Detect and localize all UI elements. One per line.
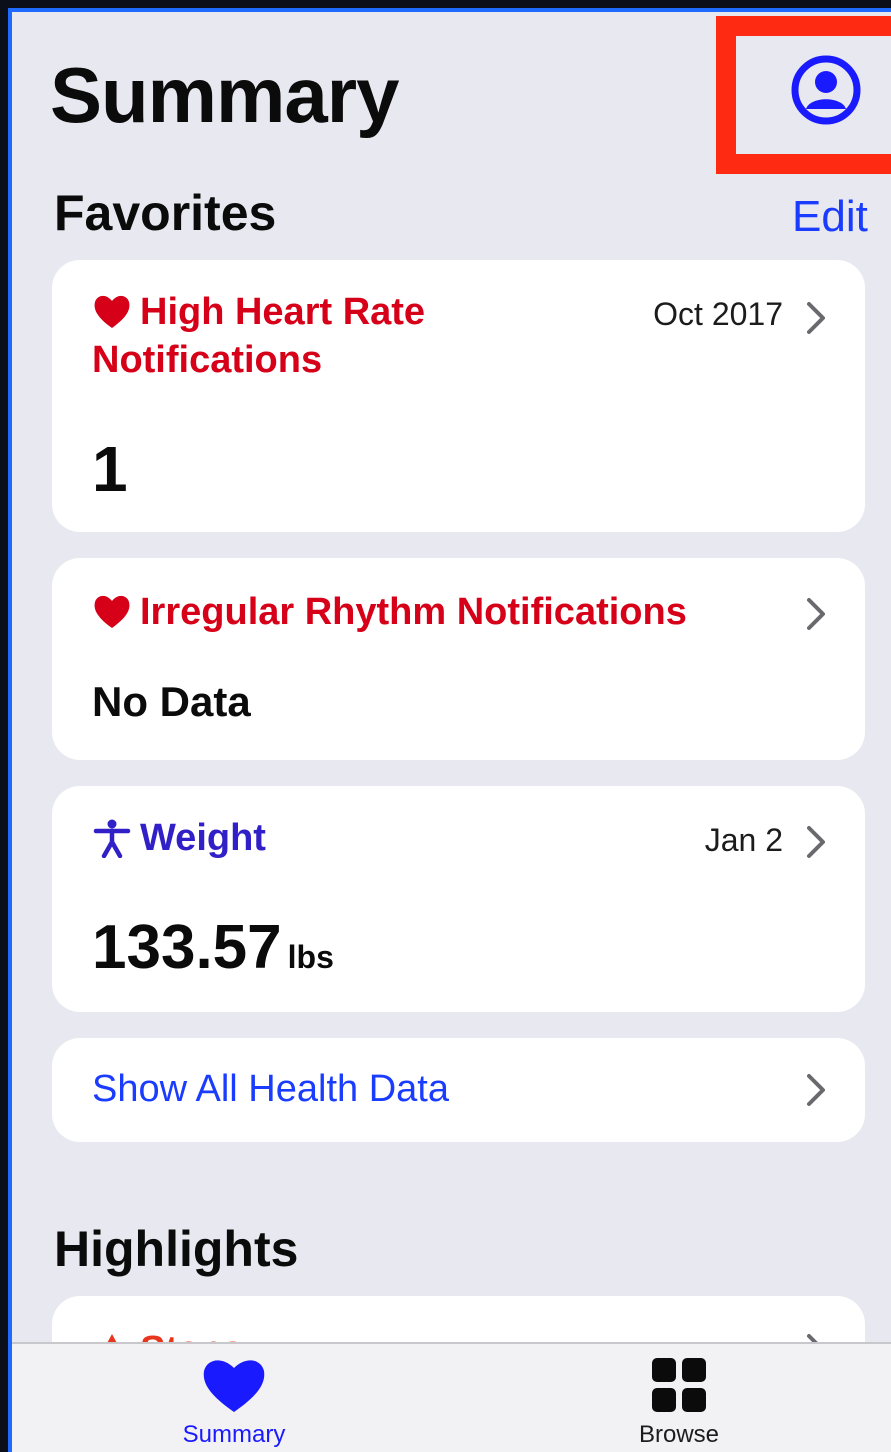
tab-browse[interactable]: Browse xyxy=(579,1356,779,1449)
tab-bar: Summary Browse xyxy=(12,1342,891,1452)
card-value: No Data xyxy=(92,678,251,725)
card-title-line1: High Heart Rate xyxy=(140,291,426,333)
weight-card[interactable]: Weight Jan 2 133.57 lbs xyxy=(52,786,865,1012)
card-value: 1 xyxy=(92,433,128,505)
high-heart-rate-card[interactable]: High Heart Rate Notifications Oct 2017 1 xyxy=(52,260,865,532)
favorites-heading: Favorites xyxy=(54,185,277,241)
show-all-label: Show All Health Data xyxy=(92,1068,449,1110)
card-title: Irregular Rhythm Notifications xyxy=(92,588,687,636)
highlights-heading: Highlights xyxy=(54,1221,299,1277)
card-title-text: Irregular Rhythm Notifications xyxy=(140,591,687,633)
grid-icon xyxy=(652,1358,706,1412)
page-title: Summary xyxy=(50,51,399,139)
screen: Summary Favorites Edit High Heart Rate N… xyxy=(8,8,891,1452)
weight-value-row: 133.57 lbs xyxy=(92,912,334,983)
chevron-right-icon xyxy=(807,302,825,334)
card-title: Weight xyxy=(92,814,266,862)
profile-button[interactable] xyxy=(790,54,862,126)
heart-icon xyxy=(203,1360,265,1412)
tab-label: Summary xyxy=(182,1421,286,1448)
chevron-right-icon xyxy=(807,826,825,858)
card-date: Oct 2017 xyxy=(653,296,783,332)
card-date: Jan 2 xyxy=(704,822,783,858)
body-figure-icon xyxy=(93,819,131,858)
card-title: High Heart Rate Notifications xyxy=(92,288,425,384)
device-frame: Summary Favorites Edit High Heart Rate N… xyxy=(0,0,891,1452)
chevron-right-icon xyxy=(807,1074,825,1106)
card-value: 133.57 xyxy=(92,913,282,982)
chevron-right-icon xyxy=(807,598,825,630)
tab-summary[interactable]: Summary xyxy=(134,1356,334,1449)
card-unit: lbs xyxy=(287,939,334,975)
card-title-line2: Notifications xyxy=(92,339,323,381)
heart-icon xyxy=(94,595,130,628)
heart-icon xyxy=(94,295,130,328)
edit-button[interactable]: Edit xyxy=(792,192,868,242)
person-circle-icon xyxy=(791,55,861,125)
card-title-text: Weight xyxy=(140,817,266,859)
show-all-health-data-button[interactable]: Show All Health Data xyxy=(52,1038,865,1142)
irregular-rhythm-card[interactable]: Irregular Rhythm Notifications No Data xyxy=(52,558,865,760)
tab-label: Browse xyxy=(638,1421,720,1448)
